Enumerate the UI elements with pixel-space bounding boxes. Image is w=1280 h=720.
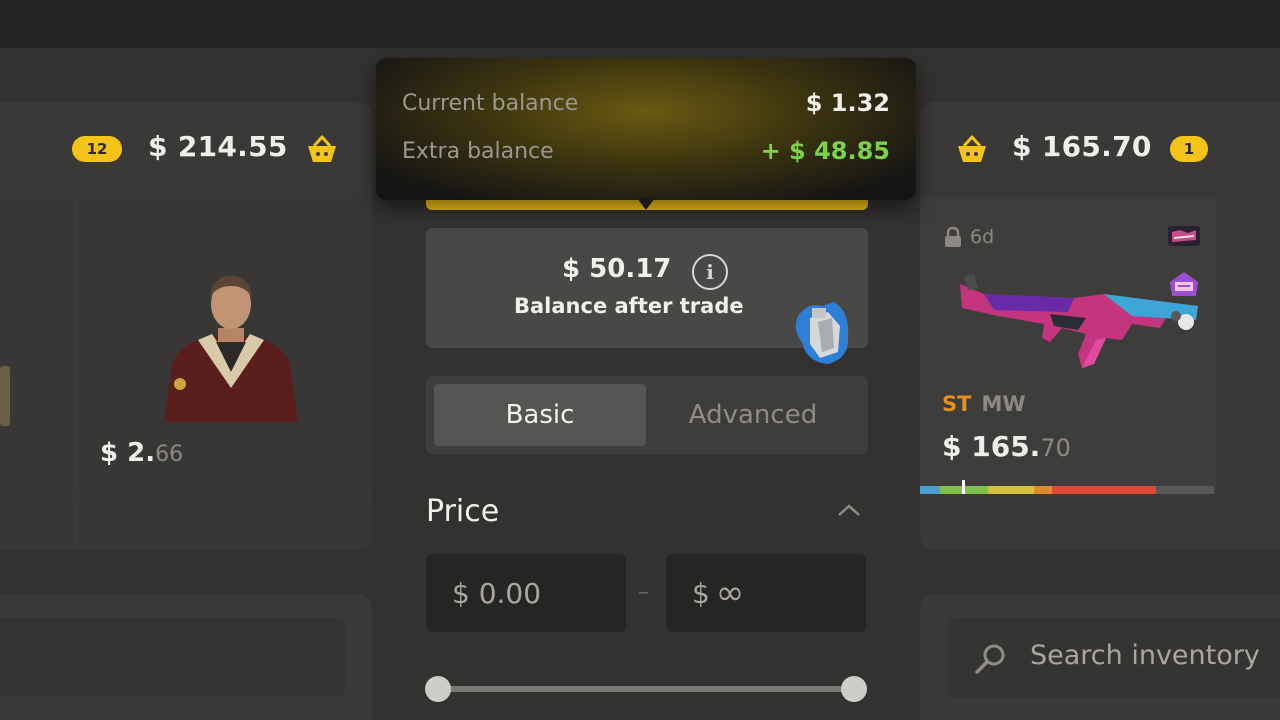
current-balance-label: Current balance [402, 91, 579, 116]
item-card[interactable]: 6d ST MW $ 165.70 [920, 198, 1216, 494]
search-placeholder: Search inventory [1030, 640, 1260, 671]
offer-total: $ 165.70 [1012, 130, 1152, 163]
item-price: $ 2.66 [100, 438, 184, 468]
info-icon[interactable]: i [692, 254, 728, 290]
filter-mode-toggle: Basic Advanced [426, 376, 868, 454]
price-slider-max-handle[interactable] [841, 676, 867, 702]
price-slider-track[interactable] [438, 686, 854, 692]
item-count-badge: 12 [72, 136, 122, 162]
chevron-up-icon[interactable] [836, 502, 862, 518]
item-card[interactable]: $ 2.66 [78, 198, 372, 494]
item-quality: ST MW [942, 392, 1026, 416]
right-search-panel: Search inventory [920, 594, 1280, 720]
item-card[interactable] [78, 498, 372, 550]
item-count-badge: 1 [1170, 136, 1208, 162]
extra-balance-label: Extra balance [402, 139, 554, 164]
price-section-title: Price [426, 494, 500, 529]
item-price: $ 165.70 [942, 430, 1071, 463]
spray-can-icon [795, 302, 849, 364]
lock-icon [945, 227, 961, 247]
price-range-separator: – [638, 580, 649, 605]
trade-lock: 6d [944, 226, 994, 248]
current-balance-value: $ 1.32 [805, 89, 890, 117]
tab-basic[interactable]: Basic [434, 384, 646, 446]
search-inventory-input[interactable]: Search inventory [948, 618, 1280, 698]
tab-advanced[interactable]: Advanced [646, 384, 860, 446]
left-item-grid: $ 2.66 [0, 198, 372, 550]
item-card[interactable] [0, 498, 74, 550]
item-thumbnail [0, 366, 10, 426]
item-card[interactable] [0, 198, 74, 494]
float-marker [962, 480, 965, 494]
balance-after-caption: Balance after trade [514, 294, 744, 318]
balance-popover: Current balance $ 1.32 Extra balance + $… [376, 58, 916, 200]
weapon-image [960, 274, 1198, 368]
basket-icon[interactable] [954, 134, 990, 164]
popover-caret [637, 198, 655, 210]
search-icon [975, 644, 1005, 674]
price-max-input[interactable]: $ ∞ [666, 554, 866, 632]
their-inventory-panel: $ 165.70 1 6d ST MW $ 165.70 [920, 102, 1280, 550]
offer-total: $ 214.55 [148, 130, 288, 163]
extra-balance-value: + $ 48.85 [760, 137, 890, 165]
top-bar [0, 0, 1280, 48]
your-inventory-panel: 12 $ 214.55 $ 2.66 [0, 102, 372, 550]
your-offer-header: 12 $ 214.55 [0, 102, 372, 198]
agent-portrait [164, 276, 298, 422]
trade-lock-days: 6d [970, 226, 995, 248]
sticker-icon [1168, 226, 1200, 246]
left-search-field[interactable] [0, 618, 346, 696]
wear-label: MW [981, 392, 1026, 416]
stattrak-label: ST [942, 392, 972, 416]
filter-column: Current balance $ 1.32 Extra balance + $… [376, 58, 916, 720]
price-min-input[interactable]: $ 0.00 [426, 554, 626, 632]
price-slider-min-handle[interactable] [425, 676, 451, 702]
left-search-panel [0, 594, 372, 720]
basket-icon[interactable] [304, 134, 340, 164]
balance-after-amount: $ 50.17 [562, 254, 672, 284]
